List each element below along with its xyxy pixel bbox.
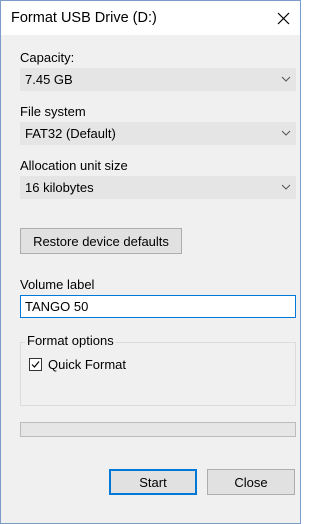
close-button[interactable]: Close bbox=[207, 469, 295, 495]
close-window-button[interactable] bbox=[272, 7, 294, 29]
format-progress-bar bbox=[20, 422, 296, 437]
capacity-value: 7.45 GB bbox=[25, 72, 73, 87]
allocation-unit-label: Allocation unit size bbox=[20, 158, 128, 173]
file-system-value: FAT32 (Default) bbox=[25, 126, 116, 141]
title-bar: Format USB Drive (D:) bbox=[1, 1, 300, 35]
volume-label-input[interactable]: TANGO 50 bbox=[20, 295, 296, 318]
volume-label-value: TANGO 50 bbox=[25, 299, 89, 314]
format-dialog: Format USB Drive (D:) Capacity: 7.45 GB … bbox=[0, 0, 301, 524]
quick-format-label: Quick Format bbox=[48, 357, 127, 372]
quick-format-checkbox[interactable] bbox=[29, 358, 42, 371]
chevron-down-icon bbox=[281, 184, 291, 190]
capacity-dropdown[interactable]: 7.45 GB bbox=[20, 68, 296, 91]
capacity-label: Capacity: bbox=[20, 50, 75, 65]
file-system-label: File system bbox=[20, 104, 86, 119]
allocation-unit-value: 16 kilobytes bbox=[25, 180, 94, 195]
chevron-down-icon bbox=[281, 76, 291, 82]
allocation-unit-dropdown[interactable]: 16 kilobytes bbox=[20, 176, 296, 199]
format-options-title: Format options bbox=[25, 333, 116, 348]
window-title: Format USB Drive (D:) bbox=[11, 10, 157, 26]
close-icon bbox=[277, 12, 289, 24]
format-options-group bbox=[20, 342, 296, 406]
restore-defaults-button[interactable]: Restore device defaults bbox=[20, 228, 182, 254]
volume-label-caption: Volume label bbox=[20, 277, 95, 292]
start-button[interactable]: Start bbox=[109, 469, 197, 495]
file-system-dropdown[interactable]: FAT32 (Default) bbox=[20, 122, 296, 145]
chevron-down-icon bbox=[281, 130, 291, 136]
checkmark-icon bbox=[31, 361, 40, 368]
